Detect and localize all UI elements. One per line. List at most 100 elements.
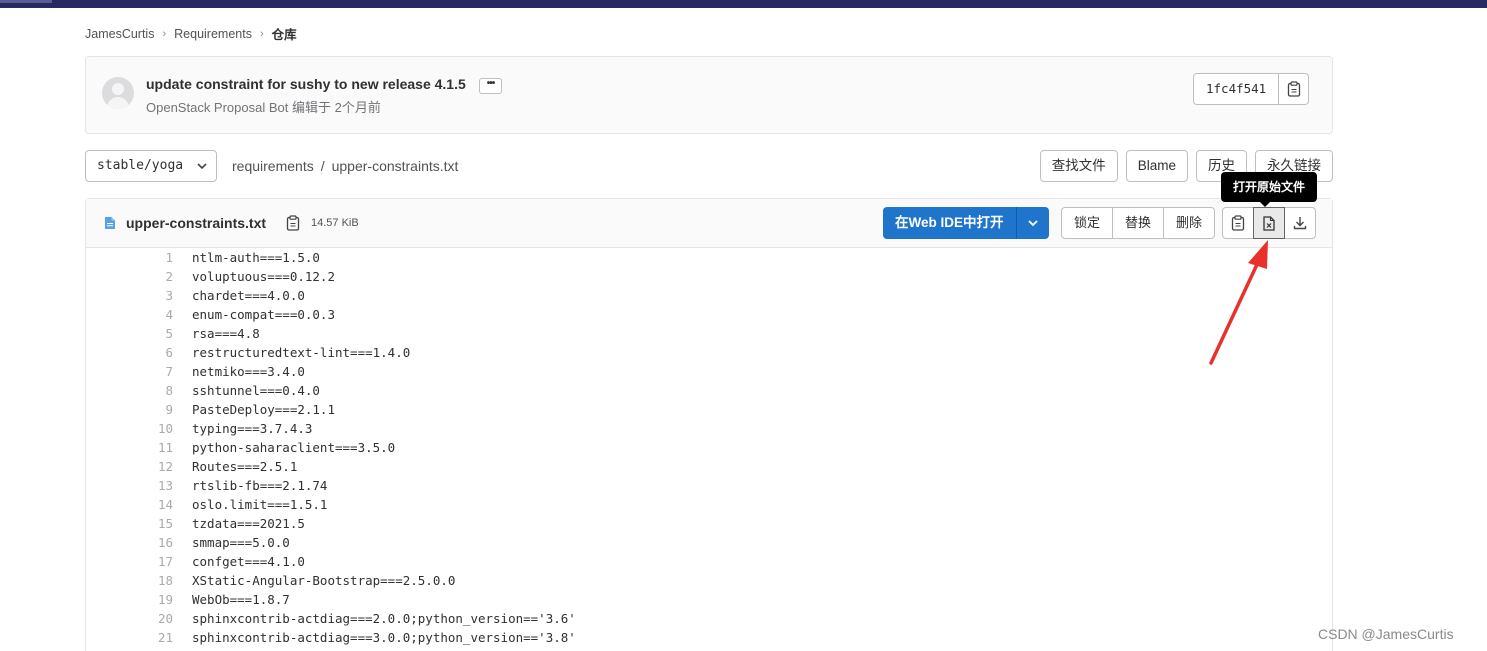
code-line: 4 enum-compat===0.0.3 bbox=[86, 305, 1332, 324]
webide-split-button: 在Web IDE中打开 bbox=[883, 207, 1049, 239]
open-raw-button[interactable] bbox=[1253, 207, 1285, 239]
line-content: confget===4.1.0 bbox=[192, 554, 305, 569]
line-number[interactable]: 10 bbox=[86, 419, 173, 438]
toggle-commit-description-button[interactable]: ••• bbox=[479, 78, 502, 94]
code-line: 16 smmap===5.0.0 bbox=[86, 533, 1332, 552]
code-line: 12 Routes===2.5.1 bbox=[86, 457, 1332, 476]
copy-file-path-icon[interactable] bbox=[286, 215, 300, 231]
file-name: upper-constraints.txt bbox=[126, 215, 267, 231]
branch-name: stable/yoga bbox=[97, 158, 184, 173]
line-content: python-saharaclient===3.5.0 bbox=[192, 440, 396, 455]
line-content: tzdata===2021.5 bbox=[192, 516, 305, 531]
avatar[interactable] bbox=[102, 77, 134, 109]
line-number[interactable]: 20 bbox=[86, 609, 173, 628]
code-line: 10 typing===3.7.4.3 bbox=[86, 419, 1332, 438]
file-header: upper-constraints.txt 14.57 KiB 在Web IDE… bbox=[86, 199, 1332, 248]
line-content: Routes===2.5.1 bbox=[192, 459, 298, 474]
commit-sha-group: 1fc4f541 bbox=[1193, 73, 1310, 105]
find-file-button[interactable]: 查找文件 bbox=[1039, 150, 1118, 182]
line-number[interactable]: 17 bbox=[86, 552, 173, 571]
breadcrumb-current[interactable]: 仓库 bbox=[272, 24, 297, 43]
line-number[interactable]: 16 bbox=[86, 533, 173, 552]
line-number[interactable]: 6 bbox=[86, 343, 173, 362]
line-number[interactable]: 3 bbox=[86, 286, 173, 305]
commit-sha[interactable]: 1fc4f541 bbox=[1193, 73, 1280, 105]
file-nav-row: stable/yoga requirements / upper-constrain… bbox=[85, 150, 1333, 182]
code-content: 1 ntlm-auth===1.5.0 2 voluptuous===0.12.2 3 c… bbox=[86, 248, 1332, 647]
code-line: 6 restructuredtext-lint===1.4.0 bbox=[86, 343, 1332, 362]
path-segment-file[interactable]: upper-constraints.txt bbox=[332, 158, 459, 174]
clipboard-icon bbox=[1287, 81, 1300, 97]
copy-sha-button[interactable] bbox=[1279, 73, 1310, 105]
code-line: 18 XStatic-Angular-Bootstrap===2.5.0.0 bbox=[86, 571, 1332, 590]
code-line: 11 python-saharaclient===3.5.0 bbox=[86, 438, 1332, 457]
watermark: CSDN @JamesCurtis bbox=[1318, 626, 1454, 642]
line-content: sphinxcontrib-actdiag===2.0.0;python_ver… bbox=[192, 611, 576, 626]
path-separator: / bbox=[320, 158, 325, 174]
line-content: sshtunnel===0.4.0 bbox=[192, 383, 320, 398]
blame-button[interactable]: Blame bbox=[1125, 150, 1188, 182]
line-content: voluptuous===0.12.2 bbox=[192, 269, 335, 284]
download-button[interactable] bbox=[1284, 207, 1316, 239]
line-content: enum-compat===0.0.3 bbox=[192, 307, 335, 322]
last-commit-panel: update constraint for sushy to new relea… bbox=[85, 56, 1333, 134]
line-number[interactable]: 2 bbox=[86, 267, 173, 286]
code-line: 17 confget===4.1.0 bbox=[86, 552, 1332, 571]
branch-selector[interactable]: stable/yoga bbox=[85, 150, 217, 182]
navbar-accent bbox=[0, 0, 52, 3]
line-content: restructuredtext-lint===1.4.0 bbox=[192, 345, 411, 360]
download-icon bbox=[1293, 217, 1307, 230]
line-number[interactable]: 18 bbox=[86, 571, 173, 590]
line-number[interactable]: 11 bbox=[86, 438, 173, 457]
replace-button[interactable]: 替换 bbox=[1112, 207, 1165, 239]
code-line: 14 oslo.limit===1.5.1 bbox=[86, 495, 1332, 514]
line-number[interactable]: 1 bbox=[86, 248, 173, 267]
line-content: rsa===4.8 bbox=[192, 326, 260, 341]
commit-title[interactable]: update constraint for sushy to new relea… bbox=[146, 76, 466, 92]
code-line: 20 sphinxcontrib-actdiag===2.0.0;python_v… bbox=[86, 609, 1332, 628]
code-line: 9 PasteDeploy===2.1.1 bbox=[86, 400, 1332, 419]
line-content: oslo.limit===1.5.1 bbox=[192, 497, 328, 512]
line-number[interactable]: 7 bbox=[86, 362, 173, 381]
line-number[interactable]: 14 bbox=[86, 495, 173, 514]
line-content: rtslib-fb===2.1.74 bbox=[192, 478, 328, 493]
file-size: 14.57 KiB bbox=[311, 217, 359, 229]
text-file-icon bbox=[105, 217, 115, 229]
line-number[interactable]: 12 bbox=[86, 457, 173, 476]
line-number[interactable]: 19 bbox=[86, 590, 173, 609]
code-line: 19 WebOb===1.8.7 bbox=[86, 590, 1332, 609]
line-content: ntlm-auth===1.5.0 bbox=[192, 250, 320, 265]
lock-button[interactable]: 锁定 bbox=[1061, 207, 1114, 239]
file-code-icon bbox=[1263, 215, 1275, 231]
top-navbar bbox=[0, 0, 1487, 8]
line-content: smmap===5.0.0 bbox=[192, 535, 290, 550]
line-content: chardet===4.0.0 bbox=[192, 288, 305, 303]
line-number[interactable]: 9 bbox=[86, 400, 173, 419]
line-content: sphinxcontrib-actdiag===3.0.0;python_ver… bbox=[192, 630, 576, 645]
file-viewer: upper-constraints.txt 14.57 KiB 在Web IDE… bbox=[85, 198, 1333, 651]
line-number[interactable]: 21 bbox=[86, 628, 173, 647]
line-content: XStatic-Angular-Bootstrap===2.5.0.0 bbox=[192, 573, 456, 588]
commit-meta: OpenStack Proposal Bot 编辑于 2个月前 bbox=[146, 97, 381, 116]
line-number[interactable]: 15 bbox=[86, 514, 173, 533]
open-in-webide-button[interactable]: 在Web IDE中打开 bbox=[883, 207, 1017, 239]
code-line: 13 rtslib-fb===2.1.74 bbox=[86, 476, 1332, 495]
line-number[interactable]: 13 bbox=[86, 476, 173, 495]
code-line: 21 sphinxcontrib-actdiag===3.0.0;python_v… bbox=[86, 628, 1332, 647]
code-line: 5 rsa===4.8 bbox=[86, 324, 1332, 343]
line-number[interactable]: 5 bbox=[86, 324, 173, 343]
line-content: PasteDeploy===2.1.1 bbox=[192, 402, 335, 417]
chevron-down-icon bbox=[197, 163, 207, 170]
commit-author[interactable]: OpenStack Proposal Bot bbox=[146, 100, 288, 115]
chevron-down-icon bbox=[1027, 220, 1038, 227]
line-number[interactable]: 4 bbox=[86, 305, 173, 324]
line-content: netmiko===3.4.0 bbox=[192, 364, 305, 379]
breadcrumb-item-project[interactable]: Requirements bbox=[174, 27, 252, 41]
path-segment-directory[interactable]: requirements bbox=[232, 158, 314, 174]
line-content: WebOb===1.8.7 bbox=[192, 592, 290, 607]
webide-dropdown-toggle[interactable] bbox=[1016, 207, 1049, 239]
annotation-arrow bbox=[1209, 240, 1268, 365]
breadcrumb-item-user[interactable]: JamesCurtis bbox=[85, 27, 154, 41]
code-line: 2 voluptuous===0.12.2 bbox=[86, 267, 1332, 286]
line-number[interactable]: 8 bbox=[86, 381, 173, 400]
